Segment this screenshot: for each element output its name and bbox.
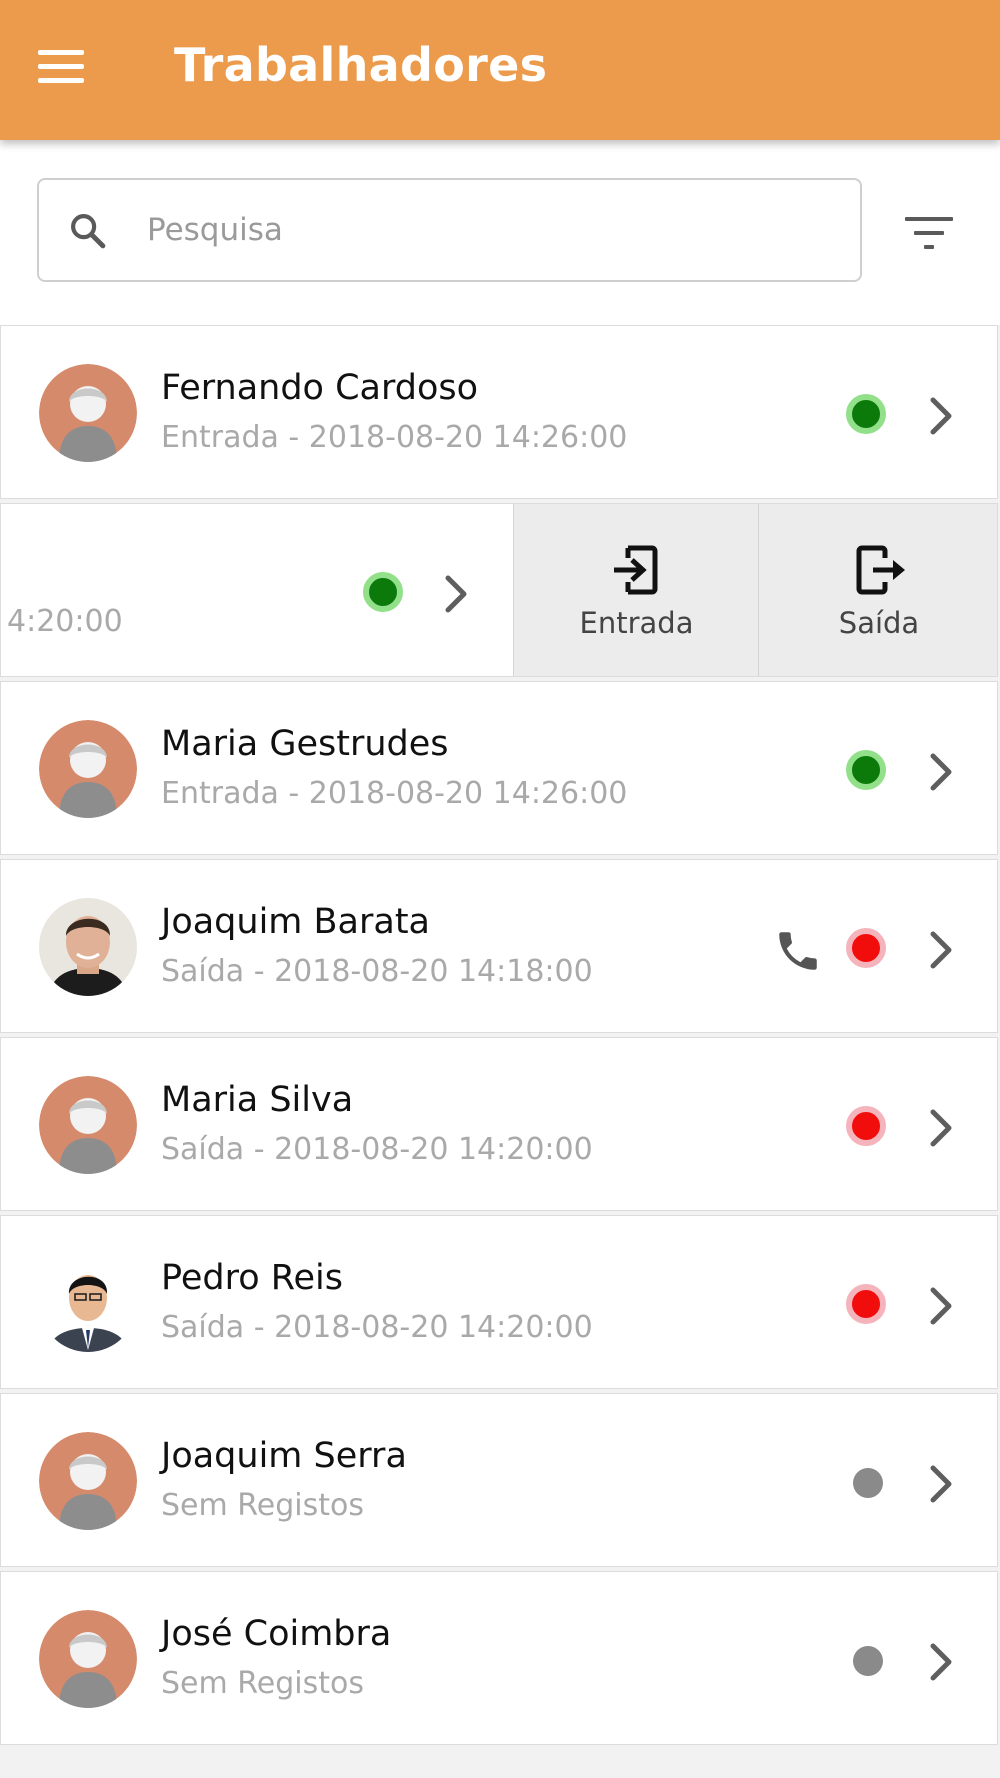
page-title: Trabalhadores	[174, 38, 548, 92]
search-input[interactable]	[147, 200, 827, 260]
status-indicator-icon	[853, 1646, 883, 1676]
worker-row[interactable]: Joaquim Barata Saída - 2018-08-20 14:18:0…	[0, 859, 998, 1033]
check-out-label: Saída	[838, 606, 920, 640]
check-in-button[interactable]: Entrada	[513, 504, 759, 676]
login-icon	[612, 544, 658, 600]
worker-row[interactable]: Maria Gestrudes Entrada - 2018-08-20 14:2…	[0, 681, 998, 855]
worker-last-record: Saída - 2018-08-20 14:20:00	[161, 1310, 593, 1345]
worker-name: Maria Silva	[161, 1080, 354, 1120]
worker-last-record: Saída - 2018-08-20 14:20:00	[161, 1132, 593, 1167]
worker-row[interactable]: Fernando Cardoso Entrada - 2018-08-20 14:…	[0, 325, 998, 499]
filter-icon[interactable]	[905, 213, 965, 255]
worker-name: José Coimbra	[161, 1614, 392, 1654]
avatar	[39, 1076, 137, 1174]
worker-name: Joaquim Serra	[161, 1436, 407, 1476]
phone-icon[interactable]	[773, 926, 823, 976]
check-out-button[interactable]: Saída	[758, 504, 997, 676]
chevron-right-icon[interactable]	[921, 1106, 961, 1150]
avatar	[39, 364, 137, 462]
avatar	[39, 1432, 137, 1530]
chevron-right-icon[interactable]	[921, 1640, 961, 1684]
status-indicator-icon	[846, 1106, 886, 1146]
status-indicator-icon	[846, 1284, 886, 1324]
worker-row[interactable]: Joaquim Serra Sem Registos	[0, 1393, 998, 1567]
worker-name: Maria Gestrudes	[161, 724, 449, 764]
status-indicator-icon	[363, 572, 403, 612]
check-in-label: Entrada	[579, 606, 694, 640]
chevron-right-icon[interactable]	[921, 928, 961, 972]
worker-name: Pedro Reis	[161, 1258, 344, 1298]
worker-last-record: Entrada - 2018-08-20 14:26:00	[161, 776, 628, 811]
worker-last-record: Sem Registos	[161, 1666, 364, 1701]
status-indicator-icon	[846, 750, 886, 790]
worker-row-swiped[interactable]: 4:20:00 Entrada Saída	[0, 503, 998, 677]
worker-last-record: Sem Registos	[161, 1488, 364, 1523]
status-indicator-icon	[846, 928, 886, 968]
avatar	[39, 1254, 137, 1352]
search-icon	[67, 210, 109, 256]
chevron-right-icon[interactable]	[921, 750, 961, 794]
worker-name: Fernando Cardoso	[161, 368, 479, 408]
worker-row[interactable]: Maria Silva Saída - 2018-08-20 14:20:00	[0, 1037, 998, 1211]
search-bar-area	[0, 140, 1000, 325]
chevron-right-icon[interactable]	[436, 572, 476, 616]
worker-last-record: Entrada - 2018-08-20 14:26:00	[161, 420, 628, 455]
worker-row[interactable]: Pedro Reis Saída - 2018-08-20 14:20:00	[0, 1215, 998, 1389]
status-indicator-icon	[846, 394, 886, 434]
worker-last-record: Saída - 2018-08-20 14:18:00	[161, 954, 593, 989]
search-box[interactable]	[37, 178, 862, 282]
logout-icon	[855, 544, 909, 600]
status-indicator-icon	[853, 1468, 883, 1498]
worker-name: Joaquim Barata	[161, 902, 430, 942]
worker-row[interactable]: José Coimbra Sem Registos	[0, 1571, 998, 1745]
avatar	[39, 720, 137, 818]
app-bar: Trabalhadores	[0, 0, 1000, 140]
hamburger-menu-icon[interactable]	[38, 48, 84, 86]
chevron-right-icon[interactable]	[921, 1462, 961, 1506]
avatar	[39, 1610, 137, 1708]
avatar	[39, 898, 137, 996]
worker-last-record: 4:20:00	[7, 604, 123, 639]
chevron-right-icon[interactable]	[921, 394, 961, 438]
chevron-right-icon[interactable]	[921, 1284, 961, 1328]
